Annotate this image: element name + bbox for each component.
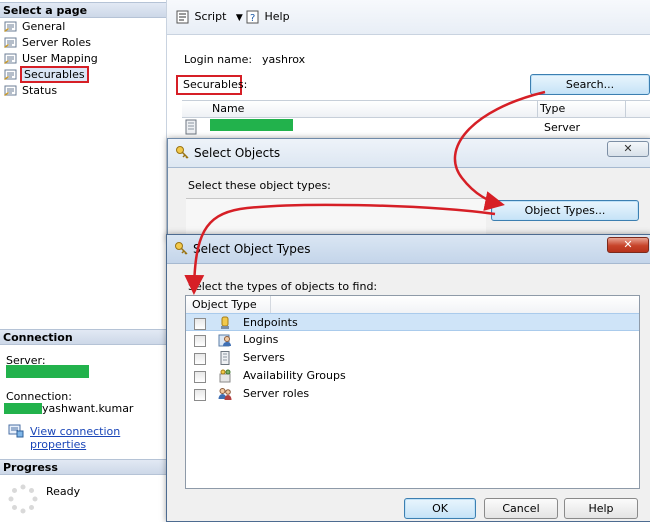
- page-item-status[interactable]: Status: [4, 83, 57, 98]
- page-label: Server Roles: [22, 36, 92, 49]
- securables-label: Securables:: [176, 75, 247, 95]
- svg-text:?: ?: [250, 13, 255, 24]
- object-types-field: [186, 198, 486, 239]
- connection-header: Connection: [0, 329, 166, 345]
- column-divider: [270, 296, 271, 313]
- progress-status: Ready: [46, 485, 81, 498]
- object-type-row-servers[interactable]: Servers: [186, 349, 639, 367]
- toolbar: Script ▼ ? Help: [167, 0, 650, 35]
- help-icon: ?: [246, 10, 259, 24]
- help-label: Help: [264, 10, 290, 23]
- checkbox[interactable]: [194, 318, 206, 330]
- connection-properties-icon: [8, 424, 24, 438]
- object-type-label: Availability Groups: [243, 369, 346, 382]
- select-object-types-titlebar: Select Object Types ✕: [167, 235, 650, 264]
- view-connection-properties-link[interactable]: View connection properties: [30, 425, 166, 451]
- server-value-redacted: [6, 365, 89, 378]
- server-role-icon: [218, 388, 232, 400]
- script-label: Script: [194, 10, 227, 23]
- page-label: General: [22, 20, 66, 33]
- object-type-column-label: Object Type: [192, 298, 257, 311]
- key-icon: [176, 146, 189, 159]
- object-type-label: Endpoints: [243, 316, 298, 329]
- checkbox[interactable]: [194, 371, 206, 383]
- progress-spinner-icon: [8, 484, 38, 514]
- script-icon: [176, 10, 189, 24]
- page-icon: [4, 85, 17, 96]
- progress-header: Progress: [0, 459, 166, 475]
- server-row-icon: [185, 119, 197, 135]
- search-button[interactable]: Search...: [530, 74, 650, 95]
- checkbox[interactable]: [194, 389, 206, 401]
- grid-column-type: Type: [540, 102, 566, 115]
- page-icon: [4, 53, 17, 64]
- key-icon: [175, 242, 188, 255]
- object-types-button[interactable]: Object Types...: [491, 200, 639, 221]
- select-object-types-dialog: Select Object Types ✕ Select the types o…: [166, 234, 650, 522]
- page-item-server-roles[interactable]: Server Roles: [4, 35, 91, 50]
- page-label: User Mapping: [22, 52, 98, 65]
- script-button[interactable]: Script ▼: [175, 9, 243, 25]
- ok-button[interactable]: OK: [404, 498, 476, 519]
- select-objects-titlebar: Select Objects ✕: [168, 139, 650, 168]
- object-type-label: Server roles: [243, 387, 310, 400]
- server-icon: [220, 351, 230, 365]
- connection-domain-redacted: [4, 403, 42, 414]
- grid-column-divider: [537, 101, 538, 117]
- object-type-row-availability-groups[interactable]: Availability Groups: [186, 367, 639, 385]
- page-icon: [4, 37, 17, 48]
- securables-grid-row[interactable]: Server: [182, 117, 650, 137]
- grid-row-type: Server: [544, 121, 581, 134]
- page-icon: [4, 69, 17, 80]
- object-types-instruction: Select the types of objects to find:: [188, 280, 378, 293]
- object-type-label: Servers: [243, 351, 285, 364]
- select-page-header: Select a page: [0, 2, 166, 18]
- left-pane: Select a page General Server Roles User …: [0, 0, 167, 520]
- grid-column-divider: [625, 101, 626, 117]
- page-label: Securables: [20, 66, 89, 83]
- endpoint-icon: [221, 316, 229, 329]
- page-item-user-mapping[interactable]: User Mapping: [4, 51, 98, 66]
- object-type-column-header: Object Type: [186, 296, 639, 314]
- chevron-down-icon: ▼: [235, 13, 243, 23]
- select-object-types-title: Select Object Types: [193, 242, 311, 256]
- grid-column-name: Name: [212, 102, 245, 115]
- login-name-value[interactable]: yashrox: [262, 53, 305, 66]
- select-objects-title: Select Objects: [194, 146, 281, 160]
- page-icon: [4, 21, 17, 32]
- object-types-list: Object Type Endpoints Logins Servers Ava…: [185, 295, 640, 489]
- connection-user: yashwant.kumar: [42, 402, 134, 415]
- page-item-general[interactable]: General: [4, 19, 65, 34]
- object-types-label: Select these object types:: [188, 179, 331, 192]
- grid-row-name-redacted: [210, 119, 293, 131]
- object-type-row-logins[interactable]: Logins: [186, 331, 639, 349]
- close-icon[interactable]: ✕: [607, 237, 649, 253]
- close-icon[interactable]: ✕: [607, 141, 649, 157]
- login-name-label: Login name:: [184, 53, 253, 66]
- select-objects-dialog: Select Objects ✕ Select these object typ…: [167, 138, 650, 240]
- object-type-row-server-roles[interactable]: Server roles: [186, 385, 639, 403]
- checkbox[interactable]: [194, 353, 206, 365]
- checkbox[interactable]: [194, 335, 206, 347]
- login-icon: [218, 334, 231, 347]
- help-dialog-button[interactable]: Help: [564, 498, 638, 519]
- cancel-button[interactable]: Cancel: [484, 498, 558, 519]
- object-type-label: Logins: [243, 333, 279, 346]
- help-button[interactable]: ? Help: [245, 9, 290, 25]
- object-type-row-endpoints[interactable]: Endpoints: [186, 313, 639, 331]
- securables-grid-header: Name Type: [182, 100, 650, 118]
- page-label: Status: [22, 84, 58, 97]
- availability-group-icon: [219, 369, 231, 383]
- page-item-securables[interactable]: Securables: [4, 66, 89, 83]
